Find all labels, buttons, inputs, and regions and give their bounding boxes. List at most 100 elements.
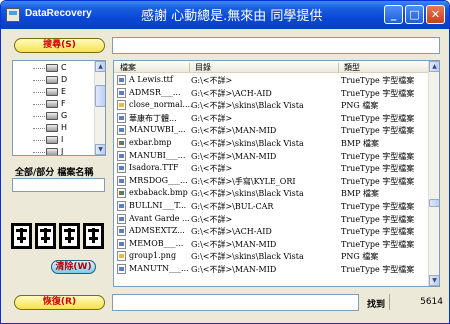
font-file-icon	[117, 150, 126, 161]
bmp-file-icon	[117, 138, 126, 148]
scroll-down-icon[interactable]: ▼	[429, 275, 439, 286]
file-directory: G:\<不詳>\skins\Black Vista	[191, 252, 304, 262]
list-scrollbar[interactable]: ▲ ▼	[428, 61, 439, 286]
list-item[interactable]: A Lewis.ttf G:\<不詳> TrueType 字型檔案	[114, 74, 428, 86]
list-item[interactable]: MRSDOG___... G:\<不詳>\手寫\KYLE_ORI TrueType …	[114, 175, 428, 187]
restore-button[interactable]: 恢復(R)	[14, 295, 105, 310]
found-label: 找到	[367, 300, 386, 310]
font-file-icon	[117, 238, 126, 249]
scroll-up-icon[interactable]: ▲	[95, 61, 105, 72]
file-type: TrueType 字型檔案	[341, 176, 415, 186]
file-directory: G:\<不詳>	[191, 164, 233, 174]
list-item[interactable]: ADMSR___... G:\<不詳>\ACH-AID TrueType 字型檔案	[114, 87, 428, 99]
column-header-type[interactable]: 類型	[344, 62, 360, 73]
list-item[interactable]: MANUBI___... G:\<不詳>\MAN-MID TrueType 字型檔案	[114, 150, 428, 162]
tree-item-drive[interactable]: D	[13, 75, 95, 86]
file-name: group1.png	[129, 251, 177, 261]
font-file-icon	[117, 75, 126, 85]
app-title: DataRecovery	[25, 8, 92, 19]
search-path-field[interactable]	[112, 37, 440, 54]
file-type: TrueType 字型檔案	[341, 202, 415, 211]
list-item[interactable]: exbaback.bmp G:\<不詳>\skins\Black Vista BMP…	[114, 187, 428, 199]
file-directory: G:\<不詳>\MAN-MID	[191, 265, 277, 274]
file-directory: G:\<不詳>\skins\Black Vista	[191, 139, 304, 148]
tree-connector	[33, 152, 47, 153]
drive-icon	[46, 112, 58, 120]
drive-icon	[46, 136, 58, 144]
scroll-thumb[interactable]	[95, 85, 105, 107]
close-button[interactable]: ✕	[426, 5, 445, 24]
font-file-icon	[117, 87, 126, 98]
tree-connector	[33, 128, 47, 129]
list-item[interactable]: Avant Garde ... G:\<不詳> TrueType 字型檔案	[114, 213, 428, 225]
tree-connector	[33, 80, 47, 81]
search-button[interactable]: 搜尋(S)	[14, 38, 105, 53]
file-directory: G:\<不詳>\MAN-MID	[191, 151, 277, 161]
tree-scrollbar[interactable]: ▲ ▼	[94, 61, 105, 155]
file-name: ADMSR___...	[129, 87, 181, 97]
file-list[interactable]: 檔案 目錄 類型 A Lewis.ttf G:\<不詳> TrueType 字型檔案…	[113, 60, 440, 287]
column-header-file[interactable]: 檔案	[120, 62, 136, 73]
file-directory: G:\<不詳>\skins\Black Vista	[191, 101, 304, 111]
tree-item-label: I	[61, 135, 64, 144]
tree-connector	[33, 116, 47, 117]
list-item[interactable]: exbar.bmp G:\<不詳>\skins\Black Vista BMP 檔案	[114, 137, 428, 149]
file-type: BMP 檔案	[341, 139, 379, 148]
filename-filter-input[interactable]	[12, 178, 105, 192]
file-type: TrueType 字型檔案	[341, 239, 415, 249]
file-type: TrueType 字型檔案	[341, 214, 415, 224]
list-item[interactable]: MANUWBI_... G:\<不詳>\MAN-MID TrueType 字型檔案	[114, 124, 428, 136]
clear-button[interactable]: 清除(W)	[51, 260, 96, 274]
scroll-thumb[interactable]	[429, 199, 439, 207]
minimize-button[interactable]: _	[384, 5, 403, 24]
tree-item-drive[interactable]: E	[13, 87, 95, 98]
file-directory: G:\<不詳>	[191, 113, 233, 123]
file-name: exbar.bmp	[129, 138, 172, 147]
scroll-down-icon[interactable]: ▼	[95, 144, 105, 155]
list-item[interactable]: MANUTN___... G:\<不詳>\MAN-MID TrueType 字型檔案	[114, 263, 428, 275]
filename-filter-label: 全部/部分 檔案名稱	[15, 168, 94, 178]
tree-item-drive[interactable]: C	[13, 63, 95, 74]
file-name: MEMOB___...	[129, 238, 184, 248]
file-directory: G:\<不詳>	[191, 214, 233, 224]
file-name: ADMSEXTZ...	[129, 226, 185, 236]
drive-tree[interactable]: CDEFGHIJ ▲ ▼	[12, 60, 106, 156]
restore-path-field[interactable]	[112, 294, 359, 311]
drive-icon	[46, 124, 58, 132]
file-type: TrueType 字型檔案	[341, 126, 415, 136]
file-name: BULLNI___T...	[129, 201, 187, 210]
tree-item-drive[interactable]: I	[13, 135, 95, 146]
tree-item-drive[interactable]: H	[13, 123, 95, 134]
logo	[11, 223, 104, 251]
list-item[interactable]: Isadora.TTF G:\<不詳> TrueType 字型檔案	[114, 162, 428, 174]
file-name: MANUTN___...	[129, 264, 189, 273]
tree-item-label: H	[61, 123, 68, 132]
font-file-icon	[117, 213, 126, 224]
maximize-button[interactable]: □	[405, 5, 424, 24]
title-bar[interactable]: DataRecovery 感謝 心動總是.無來由 同學提供 _ □ ✕	[1, 1, 449, 29]
tree-item-drive[interactable]: F	[13, 99, 95, 110]
file-directory: G:\<不詳>\ACH-AID	[191, 88, 272, 98]
thanks-text: 感謝 心動總是.無來由 同學提供	[141, 9, 323, 24]
list-item[interactable]: 華康布丁體... G:\<不詳> TrueType 字型檔案	[114, 112, 428, 124]
tree-item-drive[interactable]: J	[13, 147, 95, 155]
file-type: TrueType 字型檔案	[341, 88, 415, 98]
file-type: TrueType 字型檔案	[341, 164, 415, 174]
file-directory: G:\<不詳>	[191, 76, 233, 85]
scroll-up-icon[interactable]: ▲	[429, 61, 439, 72]
tree-item-drive[interactable]: G	[13, 111, 95, 122]
list-item[interactable]: BULLNI___T... G:\<不詳>\BUL-CAR TrueType 字型檔…	[114, 200, 428, 212]
file-name: MRSDOG___...	[129, 175, 188, 185]
list-item[interactable]: MEMOB___... G:\<不詳>\MAN-MID TrueType 字型檔案	[114, 238, 428, 250]
tree-item-label: G	[61, 111, 68, 120]
file-name: MANUWBI_...	[129, 125, 186, 135]
column-header-directory[interactable]: 目錄	[195, 62, 211, 73]
list-item[interactable]: close_normal.... G:\<不詳>\skins\Black Vist…	[114, 99, 428, 111]
file-name: close_normal....	[129, 100, 193, 110]
file-type: BMP 檔案	[341, 189, 379, 199]
drive-icon	[46, 148, 58, 155]
list-item[interactable]: ADMSEXTZ... G:\<不詳>\ACH-AID TrueType 字型檔案	[114, 225, 428, 237]
list-item[interactable]: group1.png G:\<不詳>\skins\Black Vista PNG 檔…	[114, 250, 428, 262]
list-header: 檔案 目錄 類型	[114, 61, 428, 73]
drive-icon	[46, 64, 58, 72]
